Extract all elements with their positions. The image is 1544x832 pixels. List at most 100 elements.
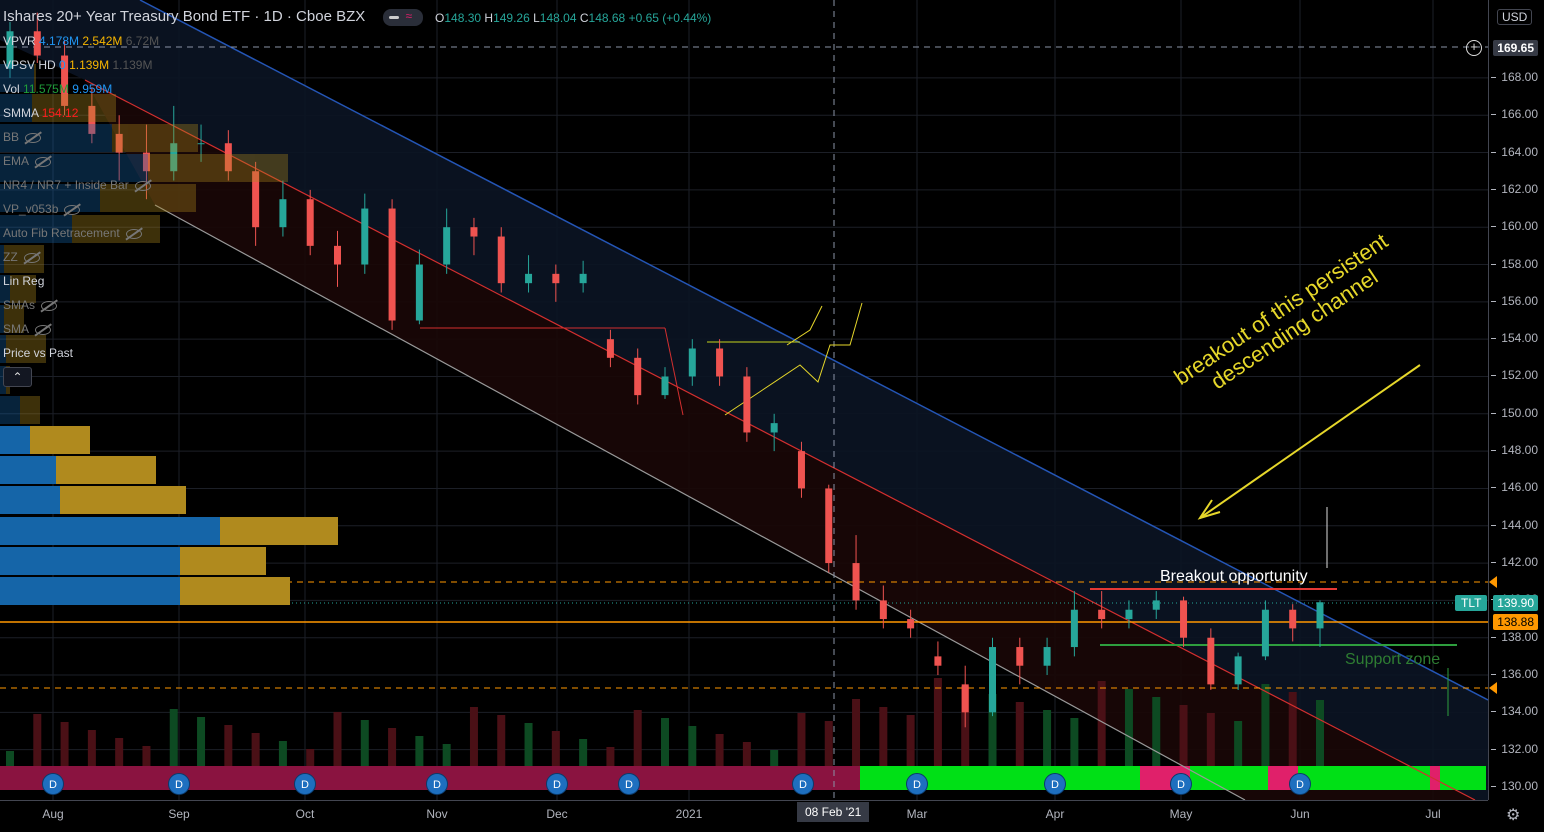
hidden-eye-icon[interactable]	[35, 324, 52, 335]
volume-bar	[360, 720, 369, 766]
hidden-eye-icon[interactable]	[64, 204, 81, 215]
volume-profile-row	[0, 486, 186, 515]
last-price-label: 139.90	[1493, 595, 1538, 611]
dividend-marker[interactable]: D	[42, 773, 64, 795]
indicator-vp[interactable]: VP_v053b	[3, 202, 81, 216]
dividend-marker[interactable]: D	[792, 773, 814, 795]
indicator-bb[interactable]: BB	[3, 130, 42, 144]
candle	[497, 227, 505, 293]
volume-bar	[306, 749, 315, 766]
price-tick: 130.00	[1491, 779, 1538, 793]
volume-bar	[224, 725, 233, 766]
channel-middle-line	[84, 79, 1476, 801]
volume-profile-row	[0, 395, 40, 424]
chart-plot-area[interactable]	[0, 0, 1489, 801]
time-tick: Jun	[1290, 807, 1310, 821]
volume-bar	[579, 739, 588, 766]
price-tick: 134.00	[1491, 704, 1538, 719]
price-tick: 144.00	[1491, 517, 1538, 532]
hidden-eye-icon[interactable]	[25, 132, 42, 143]
time-axis[interactable]: Aug Sep Oct Nov Dec 2021 Mar Apr May Jun Jul	[0, 800, 1488, 832]
time-tick: Jul	[1425, 807, 1441, 821]
add-alert-icon[interactable]: +	[1466, 40, 1482, 56]
indicator-fib[interactable]: Auto Fib Retracement	[3, 226, 142, 240]
indicator-linreg[interactable]: Lin Reg	[3, 274, 44, 288]
time-tick: Sep	[168, 807, 190, 821]
indicator-price-vs-past[interactable]: Price vs Past	[3, 346, 73, 360]
hidden-eye-icon[interactable]	[35, 156, 52, 167]
indicator-nr4[interactable]: NR4 / NR7 + Inside Bar	[3, 178, 151, 192]
chart-title[interactable]: Ishares 20+ Year Treasury Bond ETF · 1D …	[3, 8, 424, 26]
visibility-toggle[interactable]: ≈	[383, 8, 424, 26]
currency-label[interactable]: USD	[1497, 9, 1533, 25]
chart-canvas[interactable]	[0, 0, 1489, 801]
channel-upper-line	[139, 0, 1489, 701]
alert-marker-icon	[1489, 576, 1497, 588]
dividend-marker[interactable]: D	[546, 773, 568, 795]
price-tick: 136.00	[1491, 667, 1538, 682]
line-price-label: 138.88	[1493, 614, 1538, 630]
volume-profile-row	[0, 516, 338, 545]
dividend-marker[interactable]: D	[1044, 773, 1066, 795]
volume-bar	[197, 717, 206, 766]
indicator-vpvr[interactable]: VPVR 4.178M 2.542M 6.72M	[3, 34, 159, 48]
indicator-ema[interactable]: EMA	[3, 154, 52, 168]
dividend-marker[interactable]: D	[618, 773, 640, 795]
volume-profile-row	[0, 577, 290, 605]
volume-bars	[6, 678, 1324, 766]
annotation-breakout-opportunity[interactable]: Breakout opportunity	[1160, 568, 1308, 586]
indicator-smas[interactable]: SMAs	[3, 298, 58, 312]
price-axis[interactable]: USD 130.00132.00134.00136.00138.00140.00…	[1488, 0, 1544, 800]
volume-bar	[87, 730, 96, 766]
hidden-eye-icon[interactable]	[134, 180, 151, 191]
volume-bar	[33, 714, 42, 766]
dividend-marker[interactable]: D	[168, 773, 190, 795]
indicator-zz[interactable]: ZZ	[3, 250, 40, 264]
annotation-support-zone[interactable]: Support zone	[1345, 651, 1440, 669]
hidden-eye-icon[interactable]	[23, 252, 40, 263]
volume-bar	[933, 678, 942, 766]
price-tick: 146.00	[1491, 480, 1538, 495]
hidden-eye-icon[interactable]	[41, 300, 58, 311]
volume-bar	[797, 713, 806, 766]
dividend-marker[interactable]: D	[1289, 773, 1311, 795]
candle	[306, 189, 314, 256]
price-tick: 156.00	[1491, 293, 1538, 308]
volume-bar	[715, 734, 724, 766]
collapse-legend-button[interactable]: ⌃	[3, 367, 32, 387]
volume-bar	[415, 736, 424, 766]
time-tick: Aug	[42, 807, 64, 821]
volume-bar	[142, 746, 151, 766]
volume-bar	[60, 722, 69, 766]
dividend-marker[interactable]: D	[426, 773, 448, 795]
dividend-marker[interactable]: D	[1170, 773, 1192, 795]
volume-bar	[879, 707, 888, 766]
indicator-smma[interactable]: SMMA 154.12	[3, 106, 78, 120]
volume-bar	[497, 715, 506, 766]
price-tick: 162.00	[1491, 181, 1538, 196]
time-tick: Dec	[546, 807, 568, 821]
crosshair-price-label: 169.65	[1493, 40, 1538, 56]
candle	[388, 199, 396, 330]
hidden-eye-icon[interactable]	[125, 228, 142, 239]
crosshair-date-label: 08 Feb '21	[797, 802, 870, 822]
price-tick: 164.00	[1491, 144, 1538, 159]
price-tick: 158.00	[1491, 256, 1538, 271]
alert-marker-icon	[1489, 682, 1497, 694]
candle	[934, 641, 942, 676]
symbol-title: Ishares 20+ Year Treasury Bond ETF · 1D …	[3, 8, 366, 25]
volume-bar	[1206, 713, 1215, 766]
indicator-sma[interactable]: SMA	[3, 322, 52, 336]
dividend-marker[interactable]: D	[906, 773, 928, 795]
indicator-vol[interactable]: Vol 11.575M 9.959M	[3, 82, 112, 96]
price-tick: 150.00	[1491, 405, 1538, 420]
indicator-vpsv[interactable]: VPSV HD 0 1.139M 1.139M	[3, 58, 152, 72]
volume-bar	[251, 733, 260, 766]
volume-bar	[688, 726, 697, 766]
breakout-arrow	[1199, 364, 1421, 519]
price-tick: 148.00	[1491, 443, 1538, 458]
dividend-marker[interactable]: D	[294, 773, 316, 795]
settings-gear-icon[interactable]: ⚙	[1506, 805, 1520, 825]
symbol-label: TLT	[1455, 595, 1488, 611]
volume-bar	[852, 699, 861, 766]
